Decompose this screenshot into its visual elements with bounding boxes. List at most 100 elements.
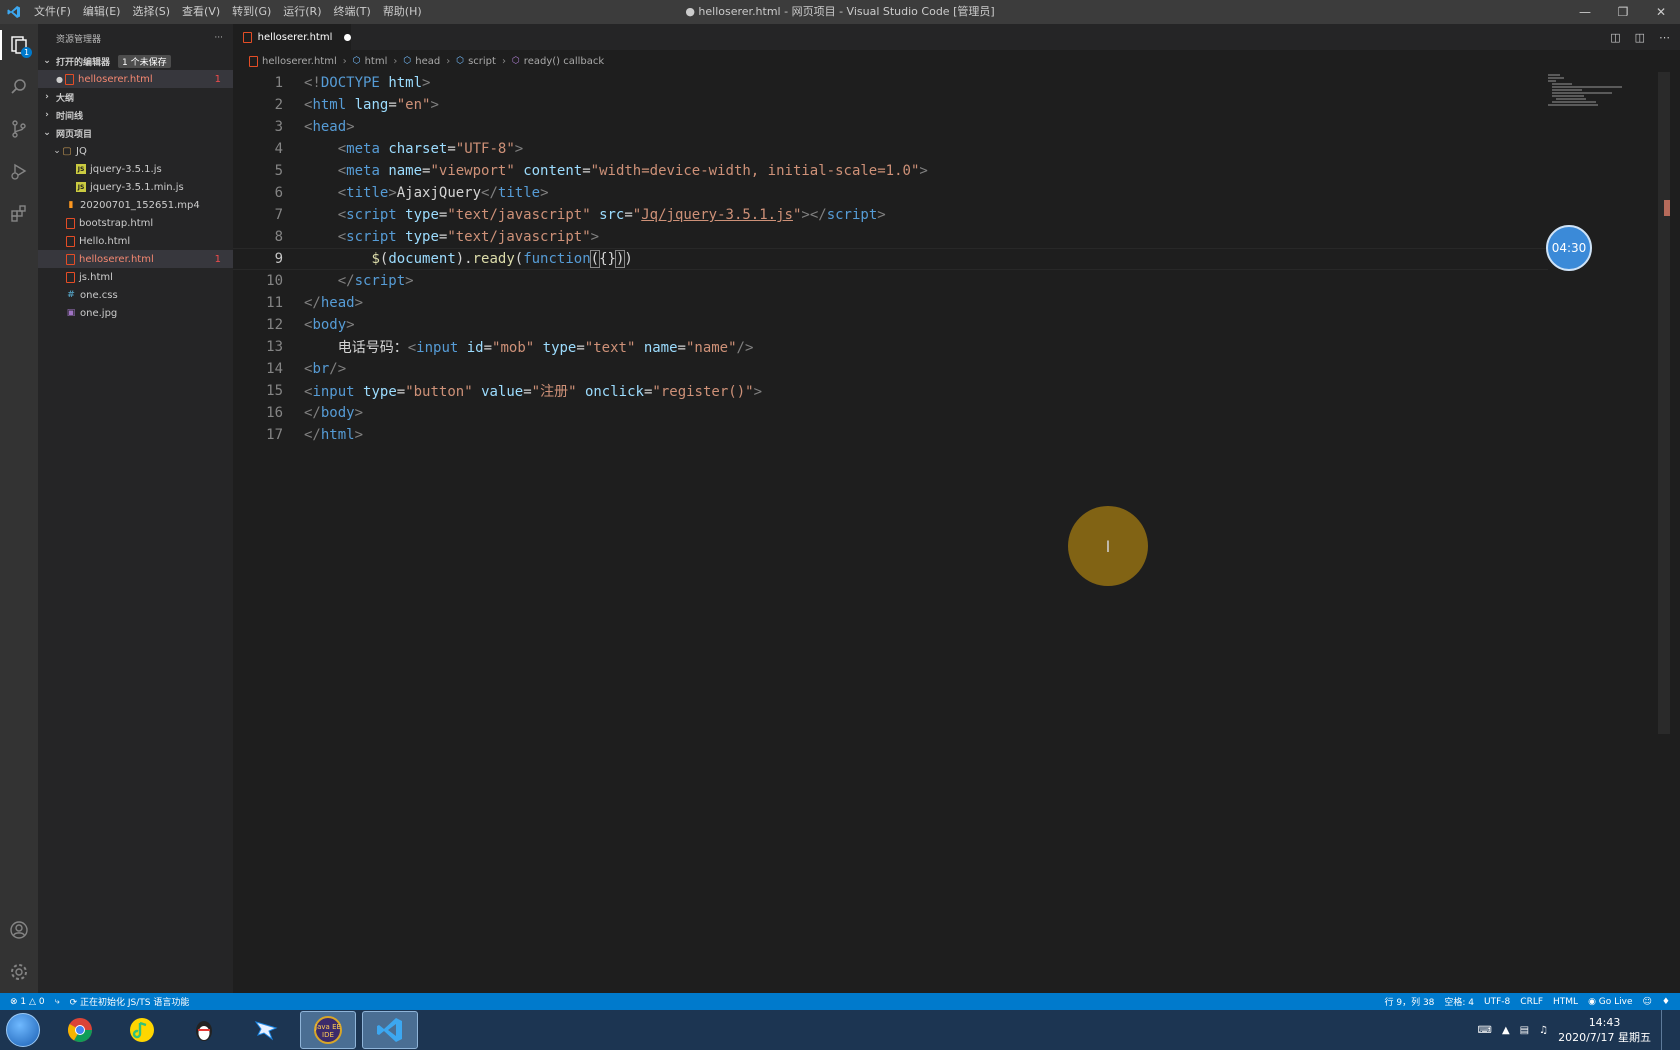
code-line[interactable]: 6 <title>AjaxjQuery</title> [233,182,1548,204]
search-icon[interactable] [0,66,38,108]
file-item[interactable]: ▮ 20200701_152651.mp4 [38,196,233,214]
line-number: 15 [266,383,283,399]
code-line[interactable]: 13 电话号码：<input id="mob" type="text" name… [233,336,1548,358]
network-icon[interactable]: ▤ [1520,1025,1529,1036]
taskbar-qq-music[interactable] [114,1011,170,1049]
code-line[interactable]: 8 <script type="text/javascript"> [233,226,1548,248]
outline-section[interactable]: › 大纲 [38,88,233,106]
minimap[interactable] [1546,72,1656,112]
file-item[interactable]: Hello.html [38,232,233,250]
extensions-icon[interactable] [0,192,38,234]
code-line[interactable]: 3 <head> [233,116,1548,138]
project-section[interactable]: ⌄ 网页项目 [38,124,233,142]
file-item[interactable]: js.html [38,268,233,286]
file-item[interactable]: # one.css [38,286,233,304]
problems-indicator[interactable]: ⊗ 1 △ 0 [10,997,45,1007]
unsaved-dot-icon[interactable] [344,33,351,41]
breadcrumb-head[interactable]: head [415,56,440,67]
menu-go[interactable]: 转到(G) [226,0,277,24]
task-status[interactable]: ⟳ 正在初始化 JS/TS 语言功能 [70,995,190,1008]
menu-edit[interactable]: 编辑(E) [77,0,127,24]
clock[interactable]: 14:43 2020/7/17 星期五 [1558,1015,1651,1045]
code-line[interactable]: 4 <meta charset="UTF-8"> [233,138,1548,160]
warning-icon: △ [29,996,36,1007]
vertical-scrollbar[interactable] [1658,72,1670,734]
explorer-icon[interactable]: 1 [0,24,38,66]
cursor-position[interactable]: 行 9，列 38 [1385,995,1435,1008]
start-button[interactable] [0,1010,46,1050]
code-line[interactable]: 10 </script> [233,270,1548,292]
code-line[interactable]: 7 <script type="text/javascript" src="Jq… [233,204,1548,226]
volume-icon[interactable]: ♫ [1539,1025,1548,1036]
menu-help[interactable]: 帮助(H) [377,0,428,24]
code-line[interactable]: 12 <body> [233,314,1548,336]
line-number: 8 [274,229,283,245]
html-file-icon [249,55,258,67]
taskbar-chrome[interactable] [52,1011,108,1049]
folder-jq[interactable]: ⌄ ▢ JQ [38,142,233,160]
open-editor-filename: helloserer.html [77,73,153,85]
line-number: 7 [274,207,283,223]
minimize-icon[interactable]: — [1566,0,1604,24]
menu-run[interactable]: 运行(R) [277,0,327,24]
encoding[interactable]: UTF-8 [1484,997,1510,1007]
language-mode[interactable]: HTML [1553,997,1578,1007]
file-item[interactable]: ▣ one.jpg [38,304,233,322]
breadcrumb-html[interactable]: html [365,56,388,67]
code-line[interactable]: 14 <br/> [233,358,1548,380]
menu-selection[interactable]: 选择(S) [126,0,176,24]
code-line[interactable]: 5 <meta name="viewport" content="width=d… [233,160,1548,182]
feedback-icon[interactable]: ☺ [1643,997,1652,1007]
show-hidden-icons-icon[interactable]: ▲ [1502,1025,1510,1036]
code-editor[interactable]: 1 <!DOCTYPE html> 2 <html lang="en"> 3 <hea… [233,72,1670,993]
more-actions-icon[interactable]: ⋯ [1659,31,1670,44]
code-line[interactable]: 17 </html> [233,424,1548,446]
menu-file[interactable]: 文件(F) [28,0,77,24]
indentation[interactable]: 空格: 4 [1444,995,1474,1008]
taskbar-vscode[interactable] [362,1011,418,1049]
source-control-icon[interactable] [0,108,38,150]
breadcrumb-file[interactable]: helloserer.html [262,56,337,67]
tab-label: helloserer.html [257,31,333,43]
lightning-icon[interactable]: ⤷ [55,997,60,1007]
taskbar-java-ee-ide[interactable]: Java EE IDE [300,1011,356,1049]
breadcrumb-callback[interactable]: ready() callback [524,56,604,67]
code-line[interactable]: 11 </head> [233,292,1548,314]
file-item-selected[interactable]: helloserer.html 1 [38,250,233,268]
run-debug-icon[interactable] [0,150,38,192]
keyboard-icon[interactable]: ⌨ [1478,1025,1492,1036]
warning-count: 0 [38,996,45,1007]
timeline-section[interactable]: › 时间线 [38,106,233,124]
account-icon[interactable] [0,909,38,951]
file-item[interactable]: JS jquery-3.5.1.js [38,160,233,178]
line-ending[interactable]: CRLF [1520,997,1543,1007]
split-editor-icon[interactable]: ◫ [1635,31,1645,44]
go-live-button[interactable]: ◉ Go Live [1588,997,1632,1007]
code-line-current[interactable]: 9 $(document).ready(function({})) [233,248,1548,270]
more-actions-icon[interactable]: ··· [214,33,223,43]
restore-icon[interactable]: ❐ [1604,0,1642,24]
breadcrumb-script[interactable]: script [468,56,496,67]
code-line[interactable]: 2 <html lang="en"> [233,94,1548,116]
menu-view[interactable]: 查看(V) [176,0,226,24]
settings-gear-icon[interactable] [0,951,38,993]
java-ee-ide-icon: Java EEIDE [314,1016,342,1044]
image-file-icon: ▣ [66,308,76,318]
file-item[interactable]: bootstrap.html [38,214,233,232]
taskbar-qq[interactable] [176,1011,232,1049]
show-desktop-button[interactable] [1661,1010,1668,1050]
open-preview-icon[interactable]: ◫ [1610,31,1620,44]
chevron-right-icon: › [501,55,506,67]
tab-helloserer[interactable]: helloserer.html [233,24,351,50]
file-item[interactable]: JS jquery-3.5.1.min.js [38,178,233,196]
taskbar-dingtalk[interactable] [238,1011,294,1049]
notification-bell-icon[interactable]: ♦ [1662,997,1670,1007]
code-line[interactable]: 15 <input type="button" value="注册" onclic… [233,380,1548,402]
close-icon[interactable]: ✕ [1642,0,1680,24]
code-line[interactable]: 1 <!DOCTYPE html> [233,72,1548,94]
menu-terminal[interactable]: 终端(T) [328,0,377,24]
code-line[interactable]: 16 </body> [233,402,1548,424]
open-editor-item[interactable]: ● helloserer.html 1 [38,70,233,88]
qq-penguin-icon [196,1021,212,1041]
open-editors-section[interactable]: ⌄ 打开的编辑器 1 个未保存 [38,52,233,70]
